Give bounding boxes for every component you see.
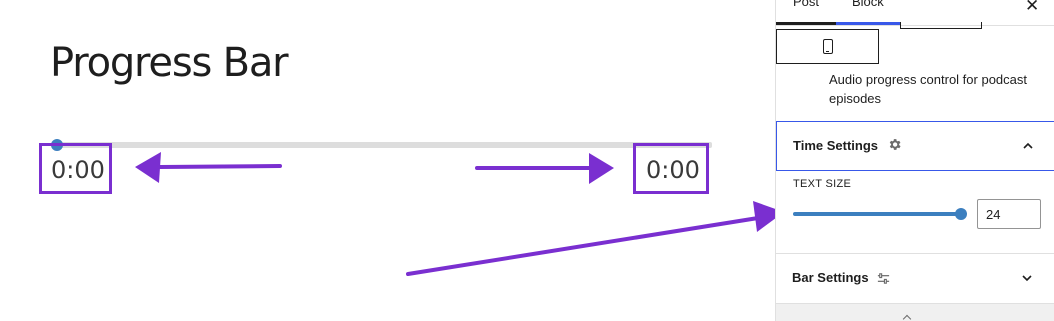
close-icon[interactable]: ✕ (1025, 0, 1039, 16)
bar-settings-panel-toggle[interactable]: Bar Settings (776, 253, 1054, 303)
arrow-to-text-size (406, 201, 784, 276)
settings-sidebar: Post Block ✕ Audio progress control for … (775, 0, 1054, 321)
device-selector-outline (900, 22, 982, 29)
block-description: Audio progress control for podcast episo… (829, 72, 1027, 106)
progress-track[interactable] (52, 142, 712, 148)
text-size-input[interactable] (977, 199, 1041, 229)
sidebar-footer (776, 303, 1054, 321)
tab-post[interactable]: Post (793, 0, 819, 9)
sliders-icon (877, 273, 890, 284)
text-size-label: TEXT SIZE (793, 178, 852, 190)
tab-strip-left (776, 22, 836, 25)
page-title[interactable]: Progress Bar (50, 40, 289, 86)
arrow-to-total-time (475, 153, 614, 184)
editor-canvas: Progress Bar 0:00 0:00 (0, 0, 784, 321)
text-size-slider-thumb[interactable] (955, 208, 967, 220)
bar-settings-title: Bar Settings (792, 270, 869, 285)
tab-active-indicator (836, 22, 900, 25)
device-preview-button[interactable] (776, 29, 879, 64)
time-settings-title: Time Settings (793, 138, 879, 153)
chevron-up-icon (1023, 142, 1033, 149)
time-settings-panel-toggle[interactable]: Time Settings (776, 121, 1054, 171)
tab-block[interactable]: Block (852, 0, 884, 9)
arrow-to-current-time (135, 152, 282, 183)
gear-icon (889, 139, 901, 150)
annotation-box-current-time (39, 143, 112, 194)
chevron-down-icon (1022, 275, 1032, 282)
caret-up-icon (902, 314, 912, 321)
annotation-box-total-time (633, 143, 709, 194)
text-size-slider-track[interactable] (793, 212, 961, 216)
mobile-device-icon (823, 39, 833, 54)
